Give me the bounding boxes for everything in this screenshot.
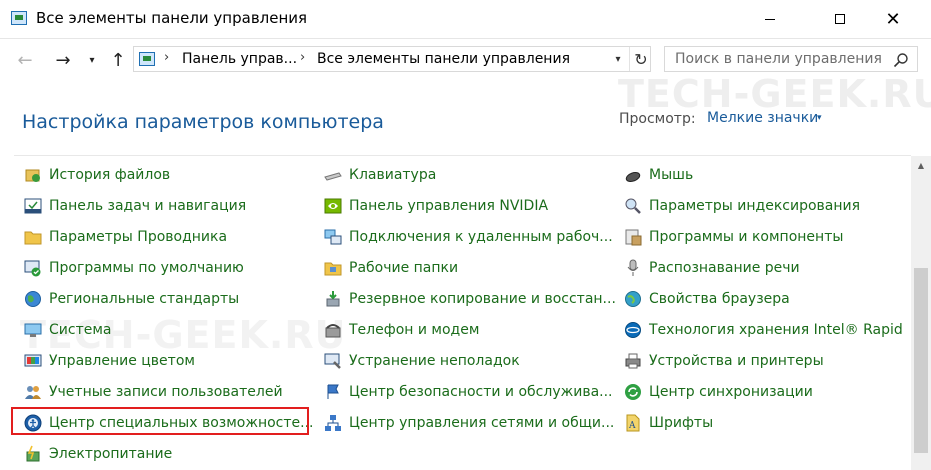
list-item[interactable]: Учетные записи пользователей: [24, 380, 283, 404]
recent-locations-button[interactable]: ▾: [84, 48, 100, 72]
list-item[interactable]: Мышь: [624, 163, 693, 187]
list-item[interactable]: Электропитание: [24, 442, 172, 466]
list-item[interactable]: Система: [24, 318, 111, 342]
window-title: Все элементы панели управления: [36, 9, 308, 27]
breadcrumb-control-panel[interactable]: Панель управ...: [182, 51, 297, 67]
power-options-icon: [24, 445, 42, 463]
search-placeholder: Поиск в панели управления: [675, 51, 882, 67]
vertical-scrollbar[interactable]: ▲: [911, 156, 931, 470]
list-item[interactable]: Программы по умолчанию: [24, 256, 244, 280]
fonts-icon: A: [624, 414, 642, 432]
svg-text:A: A: [628, 421, 636, 431]
scroll-up-button[interactable]: ▲: [911, 156, 931, 174]
chevron-down-icon: ▾: [89, 54, 95, 66]
network-center-icon: [324, 414, 342, 432]
highlight-frame: [11, 407, 309, 435]
forward-button[interactable]: →: [50, 48, 76, 72]
breadcrumb-all-items[interactable]: Все элементы панели управления: [317, 51, 570, 67]
list-item[interactable]: Технология хранения Intel® Rapid: [624, 318, 903, 342]
arrow-right-icon: →: [55, 49, 71, 71]
list-item[interactable]: Региональные стандарты: [24, 287, 239, 311]
page-title: Настройка параметров компьютера: [22, 111, 384, 133]
work-folders-icon: [324, 259, 342, 277]
default-programs-icon: [24, 259, 42, 277]
maximize-icon: [835, 14, 845, 24]
list-item[interactable]: Панель задач и навигация: [24, 194, 246, 218]
chevron-right-icon: ›: [300, 50, 306, 65]
sync-center-icon: [624, 383, 642, 401]
chevron-down-icon: ▾: [615, 53, 621, 65]
security-center-icon: [324, 383, 342, 401]
list-item[interactable]: Подключения к удаленным рабоч...: [324, 225, 613, 249]
address-dropdown-button[interactable]: ▾: [609, 49, 627, 69]
refresh-button[interactable]: ↻: [629, 47, 652, 71]
list-item[interactable]: История файлов: [24, 163, 170, 187]
list-item[interactable]: Рабочие папки: [324, 256, 458, 280]
intel-rst-icon: [624, 321, 642, 339]
chevron-down-icon[interactable]: ▾: [817, 113, 822, 123]
keyboard-icon: [324, 166, 342, 184]
indexing-icon: [624, 197, 642, 215]
list-item[interactable]: Распознавание речи: [624, 256, 800, 280]
list-item[interactable]: Панель управления NVIDIA: [324, 194, 548, 218]
arrow-up-icon: ↑: [110, 49, 126, 71]
list-item[interactable]: Управление цветом: [24, 349, 195, 373]
chevron-up-icon: ▲: [917, 160, 925, 170]
close-icon: ✕: [885, 8, 901, 30]
arrow-left-icon: ←: [17, 49, 33, 71]
title-bar: Все элементы панели управления ✕: [0, 0, 931, 39]
refresh-icon: ↻: [634, 49, 648, 69]
address-bar[interactable]: › Панель управ... › Все элементы панели …: [133, 46, 651, 72]
folder-options-icon: [24, 228, 42, 246]
maximize-button[interactable]: [817, 0, 863, 38]
back-button[interactable]: ←: [12, 48, 38, 72]
nvidia-icon: [324, 197, 342, 215]
list-item[interactable]: Программы и компоненты: [624, 225, 843, 249]
list-item[interactable]: Параметры индексирования: [624, 194, 860, 218]
phone-modem-icon: [324, 321, 342, 339]
file-history-icon: [24, 166, 42, 184]
list-item[interactable]: Телефон и модем: [324, 318, 479, 342]
view-label: Просмотр:: [619, 111, 696, 127]
list-item[interactable]: Параметры Проводника: [24, 225, 227, 249]
chevron-right-icon: ›: [164, 50, 170, 65]
list-item[interactable]: Центр управления сетями и общи...: [324, 411, 614, 435]
mouse-icon: [624, 166, 642, 184]
speech-recognition-icon: [624, 259, 642, 277]
control-panel-icon: [139, 52, 155, 66]
list-item[interactable]: A Шрифты: [624, 411, 713, 435]
region-icon: [24, 290, 42, 308]
minimize-icon: [765, 18, 775, 20]
search-input[interactable]: Поиск в панели управления: [664, 46, 918, 72]
up-button[interactable]: ↑: [107, 48, 129, 72]
system-icon: [24, 321, 42, 339]
minimize-button[interactable]: [747, 0, 793, 38]
search-icon[interactable]: [893, 52, 909, 68]
list-item[interactable]: Свойства браузера: [624, 287, 790, 311]
backup-restore-icon: [324, 290, 342, 308]
taskbar-icon: [24, 197, 42, 215]
user-accounts-icon: [24, 383, 42, 401]
remote-connections-icon: [324, 228, 342, 246]
view-mode-dropdown[interactable]: Мелкие значки: [707, 110, 818, 126]
close-button[interactable]: ✕: [870, 0, 916, 38]
list-item[interactable]: Устройства и принтеры: [624, 349, 824, 373]
list-item[interactable]: Центр безопасности и обслужива...: [324, 380, 613, 404]
troubleshooting-icon: [324, 352, 342, 370]
list-item[interactable]: Резервное копирование и восстан...: [324, 287, 616, 311]
internet-options-icon: [624, 290, 642, 308]
scroll-thumb[interactable]: [914, 268, 928, 453]
devices-printers-icon: [624, 352, 642, 370]
programs-features-icon: [624, 228, 642, 246]
list-item[interactable]: Клавиатура: [324, 163, 436, 187]
color-management-icon: [24, 352, 42, 370]
list-item[interactable]: Центр синхронизации: [624, 380, 813, 404]
list-item[interactable]: Устранение неполадок: [324, 349, 520, 373]
control-panel-icon: [11, 11, 27, 25]
